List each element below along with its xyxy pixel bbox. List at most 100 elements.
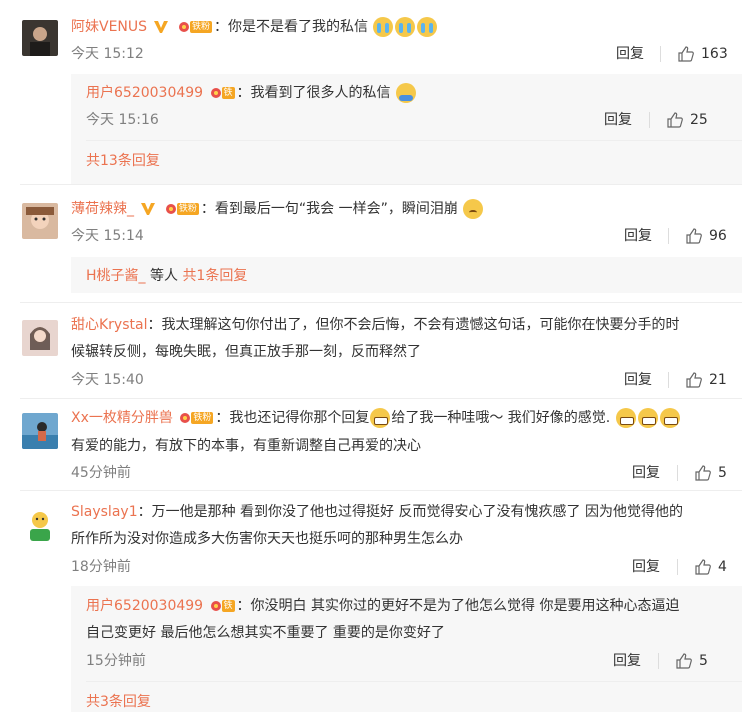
- like-count: 5: [718, 465, 727, 481]
- like-button[interactable]: 5: [677, 463, 727, 483]
- username-link[interactable]: 甜心Krystal: [71, 317, 147, 333]
- divider: [677, 465, 678, 481]
- fan-badge-icon: 铁粉: [178, 21, 212, 33]
- crying-emoji-icon: [373, 17, 394, 37]
- more-replies-link[interactable]: 共13条回复: [86, 151, 160, 171]
- more-replies-link[interactable]: 共3条回复: [86, 692, 151, 712]
- reply-button[interactable]: 回复: [632, 463, 660, 483]
- like-count: 163: [701, 46, 728, 62]
- thumbs-up-icon: [667, 112, 683, 128]
- like-button[interactable]: 5: [658, 651, 708, 671]
- crying-emoji-icon: [395, 17, 416, 37]
- divider: [658, 653, 659, 669]
- comment-text: ：我也还记得你那个回复: [215, 410, 370, 426]
- divider: [668, 228, 669, 244]
- username-link[interactable]: H桃子酱_: [86, 268, 146, 284]
- comment-text: ：看到最后一句“我会 一样会”，瞬间泪崩: [200, 201, 458, 217]
- crying-emoji-icon: [417, 17, 438, 37]
- like-count: 96: [709, 228, 727, 244]
- username-link[interactable]: 用户6520030499: [86, 598, 203, 614]
- divider: [677, 559, 678, 575]
- timestamp: 今天 15:12: [71, 46, 144, 62]
- grin-emoji-icon: [659, 408, 680, 428]
- reply-button[interactable]: 回复: [624, 370, 652, 390]
- comment-text-continued: 有爱的能力，有放下的本事，有重新调整自己再爱的决心: [71, 438, 421, 454]
- fan-badge-label: 铁粉: [189, 21, 212, 33]
- like-button[interactable]: 96: [668, 226, 727, 246]
- comment-body: 甜心Krystal：我太理解这句你付出了，但你不会后悔，不会有遗憾这句话，可能你…: [71, 315, 679, 335]
- comment-text-continued: 所作所为没对你造成多大伤害你天天也挺乐呵的那种男生怎么办: [71, 531, 463, 547]
- sub-reply-text: ：我看到了很多人的私信: [236, 85, 391, 101]
- like-button[interactable]: 163: [660, 44, 728, 64]
- grin-emoji-icon: [370, 408, 391, 428]
- thumbs-up-icon: [695, 465, 711, 481]
- divider: [20, 398, 742, 399]
- timestamp: 今天 15:40: [71, 372, 144, 388]
- like-button[interactable]: 25: [649, 110, 708, 130]
- comment-text: 给了我一种哇哦～ 我们好像的感觉.: [391, 410, 611, 426]
- reply-button[interactable]: 回复: [616, 44, 644, 64]
- comment-body: Xx一枚精分胖兽 铁粉 ：我也还记得你那个回复 给了我一种哇哦～ 我们好像的感觉.: [71, 408, 681, 428]
- reply-button[interactable]: 回复: [613, 651, 641, 671]
- like-button[interactable]: 21: [668, 370, 727, 390]
- username-link[interactable]: 薄荷辣辣_: [71, 201, 134, 217]
- username-link[interactable]: 用户6520030499: [86, 85, 203, 101]
- thumbs-up-icon: [686, 372, 702, 388]
- reply-button[interactable]: 回复: [632, 557, 660, 577]
- username-link[interactable]: Xx一枚精分胖兽: [71, 410, 173, 426]
- verified-icon: [154, 21, 169, 33]
- grin-emoji-icon: [615, 408, 636, 428]
- reply-button[interactable]: 回复: [624, 226, 652, 246]
- sub-reply-text-continued: 自己变更好 最后他怎么想其实不重要了 重要的是你变好了: [86, 625, 445, 641]
- avatar[interactable]: [22, 507, 58, 543]
- fan-badge-label: 铁粉: [191, 412, 214, 424]
- username-link[interactable]: 阿妹VENUS: [71, 19, 147, 35]
- divider: [668, 372, 669, 388]
- fan-badge-icon: 铁: [210, 87, 235, 99]
- avatar[interactable]: [22, 203, 58, 239]
- divider: [20, 302, 742, 303]
- sub-reply-body: 用户6520030499 铁 ：我看到了很多人的私信: [86, 83, 417, 103]
- comment-body: 阿妹VENUS 铁粉 ：你是不是看了我的私信: [71, 17, 438, 37]
- avatar[interactable]: [22, 413, 58, 449]
- thumbs-up-icon: [676, 653, 692, 669]
- fan-badge-icon: 铁粉: [165, 203, 199, 215]
- divider: [649, 112, 650, 128]
- avatar[interactable]: [22, 20, 58, 56]
- timestamp: 今天 15:16: [86, 112, 159, 128]
- comment-text-continued: 候辗转反侧，每晚失眠，但真正放手那一刻，反而释然了: [71, 344, 421, 360]
- like-count: 4: [718, 559, 727, 575]
- sub-reply-body: 用户6520030499 铁 ：你没明白 其实你过的更好不是为了他怎么觉得 你是…: [86, 596, 679, 616]
- comment-text: ：你是不是看了我的私信: [213, 19, 368, 35]
- divider: [86, 681, 742, 682]
- more-replies-link[interactable]: 共1条回复: [182, 268, 247, 284]
- avatar[interactable]: [22, 320, 58, 356]
- timestamp: 18分钟前: [71, 559, 131, 575]
- divider: [86, 140, 742, 141]
- thumbs-up-icon: [695, 559, 711, 575]
- reply-button[interactable]: 回复: [604, 110, 632, 130]
- comment-text: ：我太理解这句你付出了，但你不会后悔，不会有遗憾这句话，可能你在快要分手的时: [147, 317, 680, 333]
- fan-badge-label: 铁: [221, 600, 235, 612]
- comment-body: Slayslay1：万一他是那种 看到你没了他也过得挺好 反而觉得安心了没有愧疚…: [71, 502, 683, 522]
- thumbs-up-icon: [678, 46, 694, 62]
- reply-preview-text: 等人: [145, 268, 183, 284]
- comment-text: ：万一他是那种 看到你没了他也过得挺好 反而觉得安心了没有愧疚感了 因为他觉得他…: [137, 504, 683, 520]
- divider: [20, 490, 742, 491]
- fan-badge-label: 铁: [221, 87, 235, 99]
- like-button[interactable]: 4: [677, 557, 727, 577]
- thumbs-up-icon: [686, 228, 702, 244]
- grin-emoji-icon: [637, 408, 658, 428]
- hug-emoji-icon: [396, 83, 416, 103]
- sad-emoji-icon: [463, 199, 484, 219]
- timestamp: 今天 15:14: [71, 228, 144, 244]
- timestamp: 45分钟前: [71, 465, 131, 481]
- like-count: 25: [690, 112, 708, 128]
- divider: [660, 46, 661, 62]
- fan-badge-icon: 铁粉: [179, 412, 214, 424]
- sub-reply-text: ：你没明白 其实你过的更好不是为了他怎么觉得 你是要用这种心态逼迫: [236, 598, 680, 614]
- reply-preview: H桃子酱_ 等人 共1条回复: [86, 266, 247, 286]
- username-link[interactable]: Slayslay1: [71, 504, 138, 520]
- like-count: 5: [699, 653, 708, 669]
- verified-icon: [141, 203, 156, 215]
